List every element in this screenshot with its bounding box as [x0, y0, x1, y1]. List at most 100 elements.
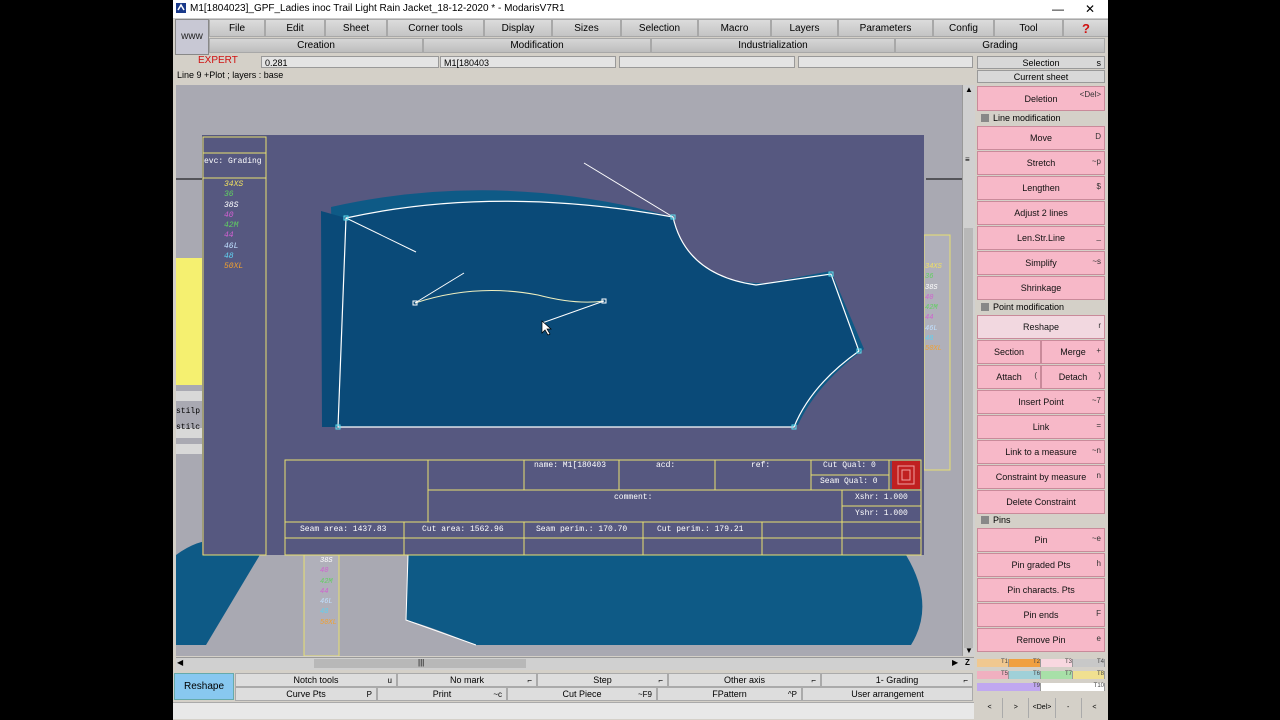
move-button[interactable]: Move D — [977, 126, 1105, 150]
attach-button[interactable]: Attach ( — [977, 365, 1041, 389]
minimize-button[interactable]: — — [1043, 0, 1073, 18]
merge-button[interactable]: Merge + — [1041, 340, 1105, 364]
insert-point-button[interactable]: Insert Point ~7 — [977, 390, 1105, 414]
swatch-t8[interactable]: T8 — [1073, 671, 1105, 679]
swatch-t3[interactable]: T3 — [1041, 659, 1073, 667]
selection-label: Selection — [1022, 58, 1060, 68]
nav-back-button[interactable]: < — [1082, 698, 1107, 718]
len-str-line-button[interactable]: Len.Str.Line _ — [977, 226, 1105, 250]
reshape-tool-button[interactable]: Reshape r — [977, 315, 1105, 339]
menu-display[interactable]: Display — [484, 19, 552, 37]
scroll-up-icon[interactable]: ▲ — [965, 85, 973, 94]
close-button[interactable]: ✕ — [1075, 0, 1105, 18]
menu-file[interactable]: File — [209, 19, 265, 37]
pin-graded-pts-button[interactable]: Pin graded Pts h — [977, 553, 1105, 577]
info-field-4[interactable] — [798, 56, 973, 68]
point-modification-checkbox[interactable] — [981, 303, 989, 311]
scroll-right-icon[interactable]: ▶ — [952, 658, 958, 667]
current-sheet-header[interactable]: Current sheet — [977, 70, 1105, 83]
size-item: 48 — [925, 335, 934, 344]
menu-parameters[interactable]: Parameters — [838, 19, 933, 37]
swatch-row: T9 T10 — [977, 683, 1105, 691]
menu-edit[interactable]: Edit — [265, 19, 325, 37]
user-arrangement-button[interactable]: User arrangement — [802, 687, 973, 701]
remove-pin-button[interactable]: Remove Pin e — [977, 628, 1105, 652]
pattern-drawing[interactable] — [176, 85, 962, 656]
pin-characts-pts-button[interactable]: Pin characts. Pts — [977, 578, 1105, 602]
menu-config[interactable]: Config — [933, 19, 994, 37]
size-item: 34XS — [224, 180, 244, 189]
delete-constraint-button[interactable]: Delete Constraint — [977, 490, 1105, 514]
menu-sizes[interactable]: Sizes — [552, 19, 621, 37]
menu-tool[interactable]: Tool — [994, 19, 1063, 37]
vertical-scrollbar[interactable]: ▲ ≡ ▼ — [962, 85, 975, 656]
nav-delete-button[interactable]: <Del> — [1029, 698, 1056, 718]
help-button[interactable]: ? — [1063, 19, 1108, 37]
swatch-t6[interactable]: T6 — [1009, 671, 1041, 679]
info-field-3[interactable] — [619, 56, 795, 68]
menu-corner-tools[interactable]: Corner tools — [387, 19, 484, 37]
button-label: Pin ends — [1023, 610, 1059, 620]
nav-prev-button[interactable]: < — [977, 698, 1004, 718]
button-shortcut: P — [366, 690, 372, 699]
zoom-icon[interactable]: Z — [965, 658, 970, 667]
value-field[interactable]: 0.281 — [261, 56, 439, 68]
submenu-modification[interactable]: Modification — [423, 38, 651, 53]
nav-next-button[interactable]: > — [1003, 698, 1030, 718]
no-mark-button[interactable]: No mark ⌐ — [397, 673, 537, 687]
link-to-measure-button[interactable]: Link to a measure ~n — [977, 440, 1105, 464]
www-button[interactable]: www — [175, 19, 209, 55]
menu-macro[interactable]: Macro — [698, 19, 771, 37]
pin-ends-button[interactable]: Pin ends F — [977, 603, 1105, 627]
shrinkage-button[interactable]: Shrinkage — [977, 276, 1105, 300]
grading-mode-button[interactable]: 1- Grading ⌐ — [821, 673, 973, 687]
active-function-reshape[interactable]: Reshape — [174, 673, 234, 700]
scroll-down-icon[interactable]: ▼ — [965, 646, 973, 655]
info-acd: acd: — [656, 461, 676, 470]
swatch-t7[interactable]: T7 — [1041, 671, 1073, 679]
horizontal-scrollbar[interactable]: ◀ ||| ▶ Z — [176, 657, 974, 670]
simplify-button[interactable]: Simplify ~s — [977, 251, 1105, 275]
submenu-grading[interactable]: Grading — [895, 38, 1105, 53]
stretch-button[interactable]: Stretch ~p — [977, 151, 1105, 175]
section-button[interactable]: Section — [977, 340, 1041, 364]
swatch-t1[interactable]: T1 — [977, 659, 1009, 667]
drawing-canvas[interactable]: evc: Grading 34XS 36 38S 40 42M 44 46L 4… — [176, 85, 962, 656]
menu-sheet[interactable]: Sheet — [325, 19, 387, 37]
swatch-t10[interactable]: T10 — [1041, 683, 1105, 691]
piece-name-field[interactable]: M1[180403 — [440, 56, 616, 68]
other-axis-button[interactable]: Other axis ⌐ — [668, 673, 821, 687]
line-modification-checkbox[interactable] — [981, 114, 989, 122]
button-shortcut: ) — [1098, 371, 1101, 380]
swatch-t4[interactable]: T4 — [1073, 659, 1105, 667]
menu-layers[interactable]: Layers — [771, 19, 838, 37]
pin-button[interactable]: Pin ~e — [977, 528, 1105, 552]
submenu-creation[interactable]: Creation — [209, 38, 423, 53]
menu-selection[interactable]: Selection — [621, 19, 698, 37]
selection-header[interactable]: Selection s — [977, 56, 1105, 69]
pins-checkbox[interactable] — [981, 516, 989, 524]
submenu-industrialization[interactable]: Industrialization — [651, 38, 895, 53]
scroll-left-icon[interactable]: ◀ — [177, 658, 183, 667]
app-icon — [176, 3, 186, 13]
swatch-t9[interactable]: T9 — [977, 683, 1041, 691]
window-title: M1[1804023]_GPF_Ladies inoc Trail Light … — [190, 3, 565, 14]
constraint-by-measure-button[interactable]: Constraint by measure n — [977, 465, 1105, 489]
swatch-t2[interactable]: T2 — [1009, 659, 1041, 667]
vertical-scroll-thumb[interactable] — [964, 228, 973, 648]
lengthen-button[interactable]: Lengthen $ — [977, 176, 1105, 200]
deletion-button[interactable]: Deletion <Del> — [977, 86, 1105, 111]
print-button[interactable]: Print ~c — [377, 687, 507, 701]
size-item: 50XL — [925, 345, 942, 354]
detach-button[interactable]: Detach) — [1041, 365, 1105, 389]
swatch-t5[interactable]: T5 — [977, 671, 1009, 679]
curve-pts-button[interactable]: Curve Pts P — [235, 687, 377, 701]
button-label: Len.Str.Line — [1016, 233, 1066, 243]
nav-minus-button[interactable]: - — [1056, 698, 1082, 718]
fpattern-button[interactable]: FPattern ^P — [657, 687, 802, 701]
notch-tools-button[interactable]: Notch tools u — [235, 673, 397, 687]
cut-piece-button[interactable]: Cut Piece ~F9 — [507, 687, 657, 701]
step-button[interactable]: Step ⌐ — [537, 673, 668, 687]
adjust-2-lines-button[interactable]: Adjust 2 lines — [977, 201, 1105, 225]
link-button[interactable]: Link = — [977, 415, 1105, 439]
